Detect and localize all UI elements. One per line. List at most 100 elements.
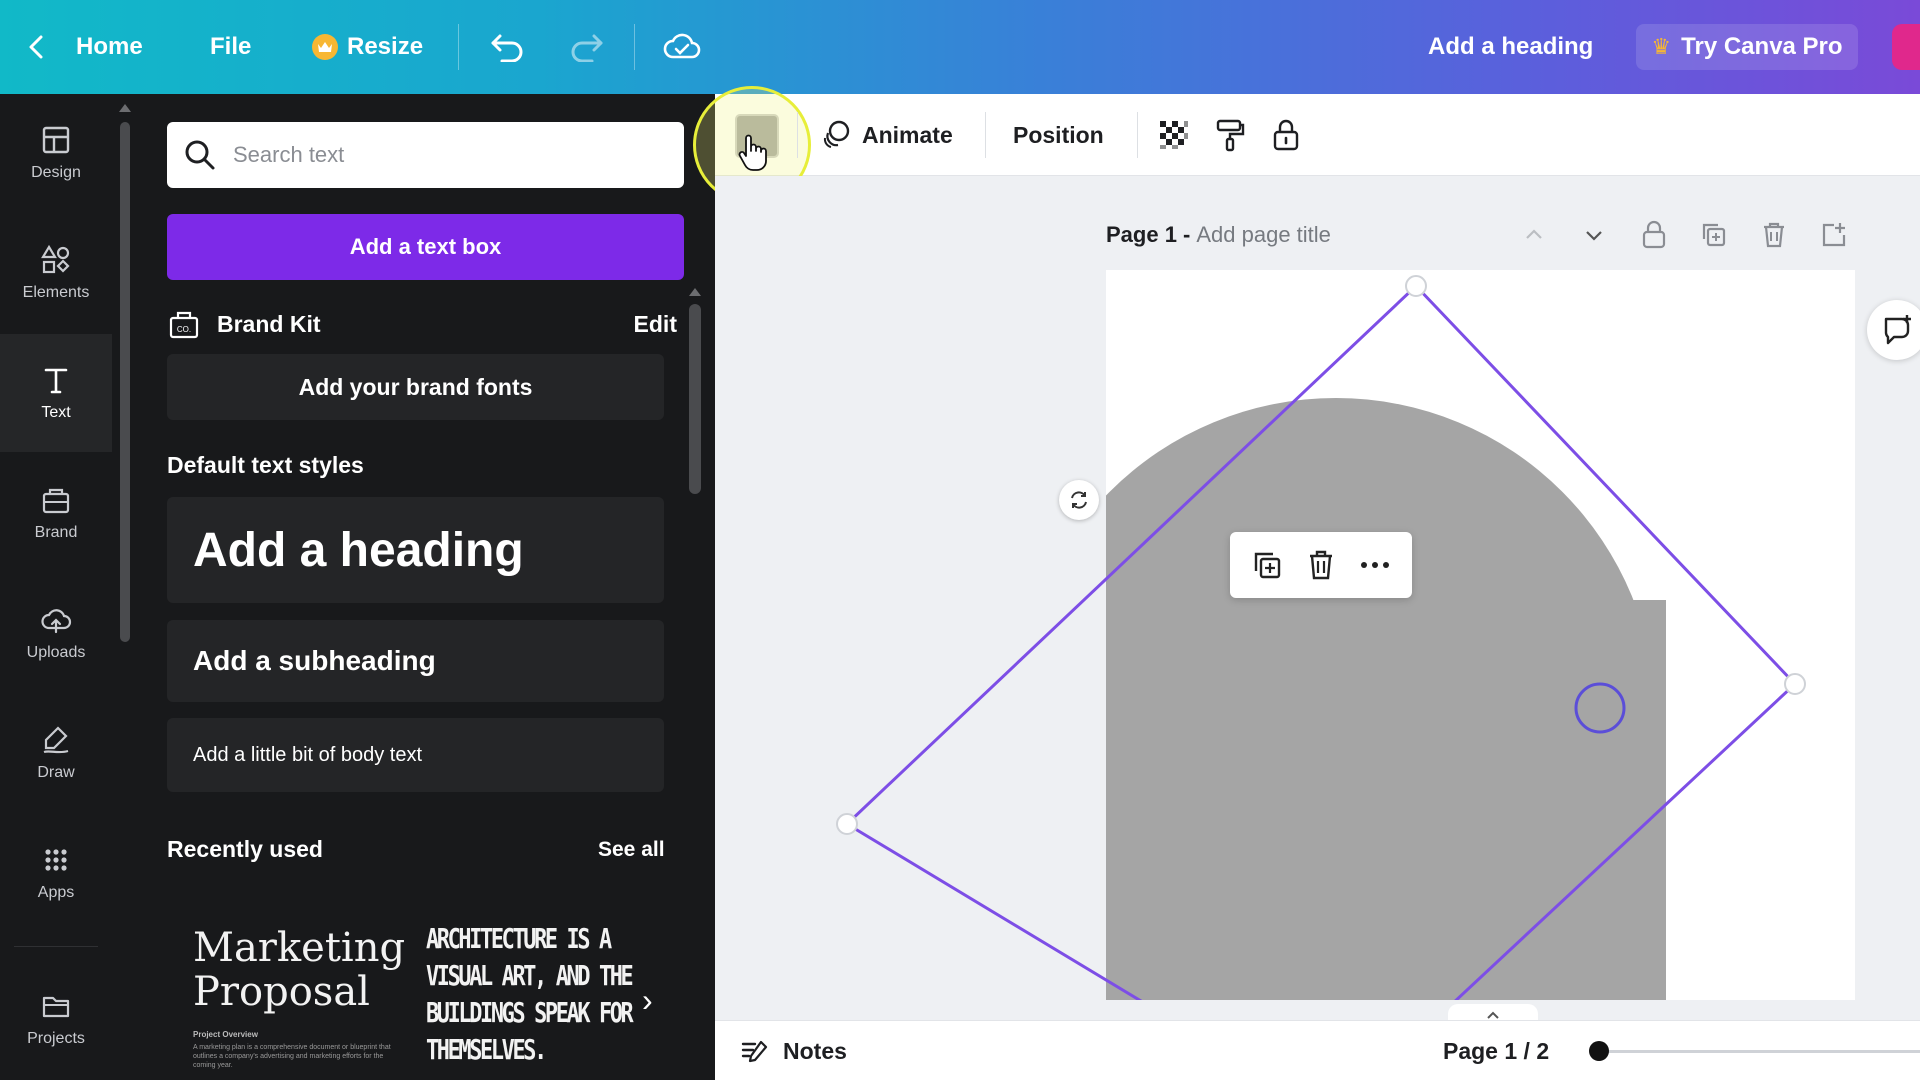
rail-scrollbar[interactable] xyxy=(120,122,130,642)
element-quick-menu xyxy=(1230,532,1412,598)
drag-cursor-indicator xyxy=(1574,682,1626,734)
resize-handle-left[interactable] xyxy=(836,813,858,835)
resize-handle-right[interactable] xyxy=(1784,673,1806,695)
animate-button[interactable]: Animate xyxy=(820,112,953,158)
search-input[interactable] xyxy=(233,142,653,168)
rail-item-uploads[interactable]: Uploads xyxy=(0,574,112,692)
rail-label: Uploads xyxy=(26,644,86,661)
scroll-up-arrow[interactable] xyxy=(689,288,701,296)
default-text-styles-heading: Default text styles xyxy=(167,452,364,478)
resize-button[interactable]: Resize xyxy=(312,24,423,70)
rail-label: Text xyxy=(41,404,71,421)
rail-item-design[interactable]: Design xyxy=(0,94,112,212)
chevron-right-icon[interactable]: › xyxy=(642,982,653,1019)
top-bar: Home File Resize Add a heading ♛ Try Can… xyxy=(0,0,1920,94)
thumb-subtitle: Project Overview xyxy=(193,1030,258,1039)
notes-label: Notes xyxy=(783,1037,847,1064)
add-comment-icon[interactable] xyxy=(1867,300,1920,360)
text-icon xyxy=(44,368,68,394)
redo-icon[interactable] xyxy=(568,24,604,70)
brand-kit-icon: CO. xyxy=(169,311,199,339)
text-panel: Add a text box CO. Brand Kit Edit Add yo… xyxy=(112,94,715,1080)
see-all-link[interactable]: See all xyxy=(598,838,665,862)
resize-label: Resize xyxy=(347,33,424,60)
rail-label: Design xyxy=(31,164,81,181)
divider xyxy=(634,24,635,70)
back-chevron-icon[interactable] xyxy=(26,24,56,70)
brand-kit-row: CO. Brand Kit Edit xyxy=(167,300,677,348)
rail-label: Draw xyxy=(37,764,75,781)
recently-used-heading: Recently used xyxy=(167,836,323,862)
add-heading-style[interactable]: Add a heading xyxy=(167,497,664,603)
rail-item-draw[interactable]: Draw xyxy=(0,694,112,812)
rail-label: Apps xyxy=(37,884,75,901)
context-toolbar: Animate Position xyxy=(693,86,1920,204)
shapes-icon xyxy=(41,244,70,274)
rail-item-apps[interactable]: Apps xyxy=(0,814,112,932)
panel-scrollbar[interactable] xyxy=(689,304,701,494)
zoom-slider-track[interactable] xyxy=(1599,1050,1920,1053)
divider xyxy=(985,112,986,158)
add-brand-fonts-button[interactable]: Add your brand fonts xyxy=(167,354,664,420)
duplicate-icon[interactable] xyxy=(1247,545,1287,585)
divider xyxy=(797,112,798,158)
canvas-area: Page 1 - Add page title ◀ xyxy=(715,176,1920,1000)
try-pro-label: Try Canva Pro xyxy=(1681,33,1843,60)
add-text-box-button[interactable]: Add a text box xyxy=(167,214,684,280)
position-button[interactable]: Position xyxy=(1013,112,1104,158)
crown-icon xyxy=(312,34,338,60)
zoom-slider-knob[interactable] xyxy=(1589,1041,1609,1061)
brand-kit-edit-link[interactable]: Edit xyxy=(634,311,677,338)
document-title[interactable]: Add a heading xyxy=(1428,24,1593,70)
brand-kit-icon xyxy=(42,488,70,514)
rail-label: Projects xyxy=(27,1030,85,1047)
home-button[interactable]: Home xyxy=(76,24,143,70)
rotate-icon[interactable] xyxy=(1059,480,1099,520)
rail-item-elements[interactable]: Elements xyxy=(0,214,112,332)
rail-item-projects[interactable]: Projects xyxy=(0,960,112,1078)
page-counter[interactable]: Page 1 / 2 xyxy=(1443,1029,1549,1073)
transparency-icon[interactable] xyxy=(1155,116,1193,154)
rail-item-brand[interactable]: Brand xyxy=(0,454,112,572)
animate-icon xyxy=(823,120,850,148)
paint-roller-icon[interactable] xyxy=(1211,116,1249,154)
divider xyxy=(1137,112,1138,158)
hand-cursor-icon xyxy=(737,134,767,181)
folder-icon xyxy=(42,996,70,1018)
pen-icon xyxy=(43,726,69,754)
grid-icon xyxy=(45,849,67,871)
more-options-icon[interactable] xyxy=(1355,545,1395,585)
thumb-body: A marketing plan is a comprehensive docu… xyxy=(193,1044,391,1069)
layout-icon xyxy=(42,126,70,154)
search-text-field[interactable] xyxy=(167,122,684,188)
bottom-bar: Notes Page 1 / 2 xyxy=(715,1020,1920,1080)
scroll-up-arrow[interactable] xyxy=(119,104,131,112)
svg-text:CO.: CO. xyxy=(177,325,191,334)
notes-button[interactable]: Notes xyxy=(739,1029,847,1073)
cloud-upload-icon xyxy=(41,609,72,634)
cloud-saved-icon[interactable] xyxy=(662,24,702,70)
try-canva-pro-button[interactable]: ♛ Try Canva Pro xyxy=(1636,24,1858,70)
trash-icon[interactable] xyxy=(1301,545,1341,585)
recent-template-marketing-proposal[interactable]: Marketing Proposal Project Overview A ma… xyxy=(167,904,407,1080)
thumb-title: Marketing Proposal xyxy=(193,925,406,1015)
add-body-text-style[interactable]: Add a little bit of body text xyxy=(167,718,664,792)
crown-icon: ♛ xyxy=(1651,34,1672,59)
divider xyxy=(14,946,98,947)
divider xyxy=(458,24,459,70)
rail-label: Brand xyxy=(34,524,78,541)
file-menu-button[interactable]: File xyxy=(210,24,251,70)
resize-handle-top[interactable] xyxy=(1405,275,1427,297)
left-rail: Design Elements Text Brand Uploads Draw … xyxy=(0,94,112,1080)
search-icon xyxy=(185,140,215,170)
avatar[interactable] xyxy=(1892,24,1920,70)
undo-icon[interactable] xyxy=(490,24,526,70)
lock-icon[interactable] xyxy=(1267,116,1305,154)
brand-kit-label: Brand Kit xyxy=(217,310,321,337)
animate-label: Animate xyxy=(862,121,953,148)
recent-template-architecture-quote[interactable]: ARCHITECTURE IS A VISUAL ART, AND THE BU… xyxy=(426,920,660,1080)
rail-item-text[interactable]: Text xyxy=(0,334,112,452)
add-subheading-style[interactable]: Add a subheading xyxy=(167,620,664,702)
notes-icon xyxy=(741,1040,768,1063)
rail-label: Elements xyxy=(22,284,90,301)
